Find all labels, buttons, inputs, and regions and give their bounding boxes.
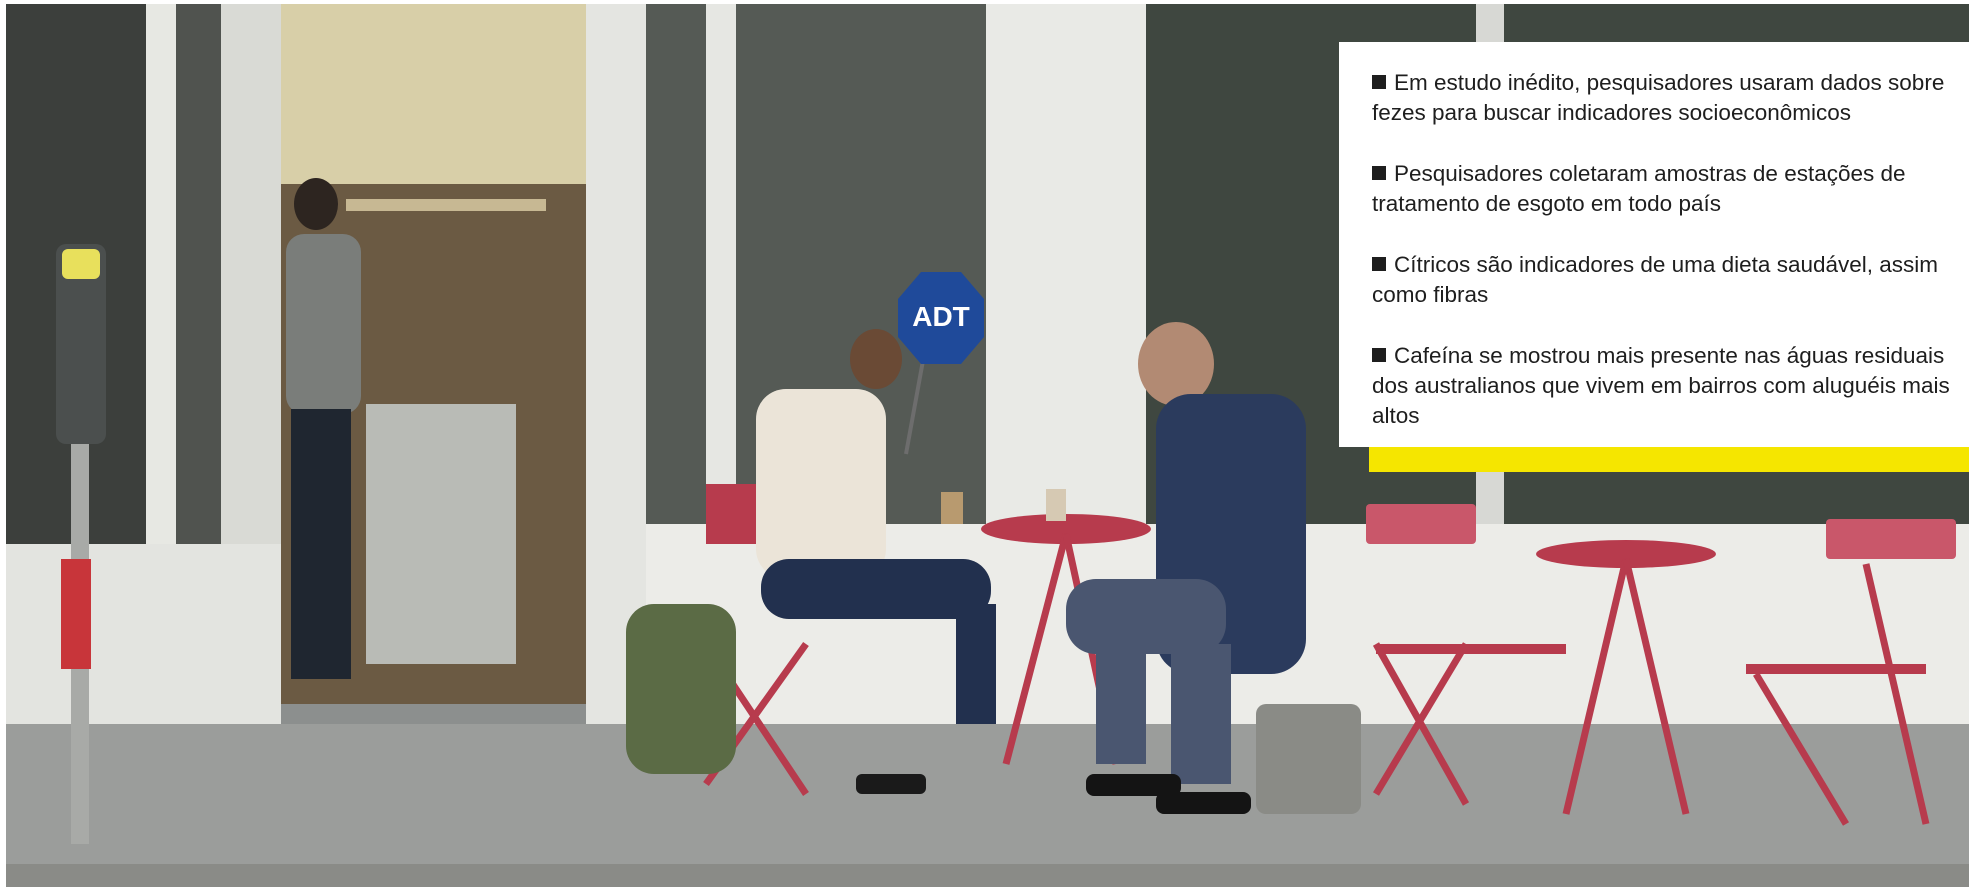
coffee-cup	[1046, 489, 1066, 521]
meter-display	[62, 249, 100, 279]
lower-wall-left	[6, 544, 281, 734]
interior-back-wall	[281, 4, 586, 184]
backpack	[626, 604, 736, 774]
left-window-2	[176, 4, 226, 544]
meter-sticker	[61, 559, 91, 669]
info-callout: Em estudo inédito, pesquisadores usaram …	[1339, 42, 1969, 447]
man-legs	[1066, 579, 1226, 654]
bullet-item: Pesquisadores coletaram amostras de esta…	[1372, 159, 1959, 219]
shoe	[1156, 792, 1251, 814]
yellow-accent-bar	[1369, 447, 1969, 472]
shoe	[856, 774, 926, 794]
red-chair	[1366, 504, 1476, 544]
red-chair	[706, 484, 756, 544]
man-head	[1138, 322, 1214, 406]
window-pillar	[146, 4, 176, 564]
square-bullet-icon	[1372, 348, 1386, 362]
bag	[1256, 704, 1361, 814]
coffee-cup	[941, 492, 963, 524]
bullet-text: Cafeína se mostrou mais presente nas águ…	[1372, 343, 1950, 428]
woman-head	[850, 329, 902, 389]
interior-shelf	[346, 199, 546, 211]
curb	[6, 864, 1969, 887]
woman-torso	[756, 389, 886, 579]
bullet-text: Pesquisadores coletaram amostras de esta…	[1372, 161, 1906, 216]
bullet-item: Em estudo inédito, pesquisadores usaram …	[1372, 68, 1959, 128]
square-bullet-icon	[1372, 75, 1386, 89]
square-bullet-icon	[1372, 257, 1386, 271]
white-pillar	[986, 4, 1146, 524]
sidewalk	[6, 724, 1969, 887]
bullet-item: Cafeína se mostrou mais presente nas águ…	[1372, 341, 1959, 431]
mullion	[706, 4, 736, 524]
person-head	[294, 178, 338, 230]
bullet-list: Em estudo inédito, pesquisadores usaram …	[1372, 68, 1959, 431]
person-torso	[286, 234, 361, 414]
person-legs	[291, 409, 351, 679]
red-chair	[1826, 519, 1956, 559]
counter	[366, 404, 516, 664]
bullet-text: Em estudo inédito, pesquisadores usaram …	[1372, 70, 1945, 125]
bullet-text: Cítricos são indicadores de uma dieta sa…	[1372, 252, 1939, 307]
bullet-item: Cítricos são indicadores de uma dieta sa…	[1372, 250, 1959, 310]
adt-sign-text: ADT	[912, 301, 970, 332]
square-bullet-icon	[1372, 166, 1386, 180]
